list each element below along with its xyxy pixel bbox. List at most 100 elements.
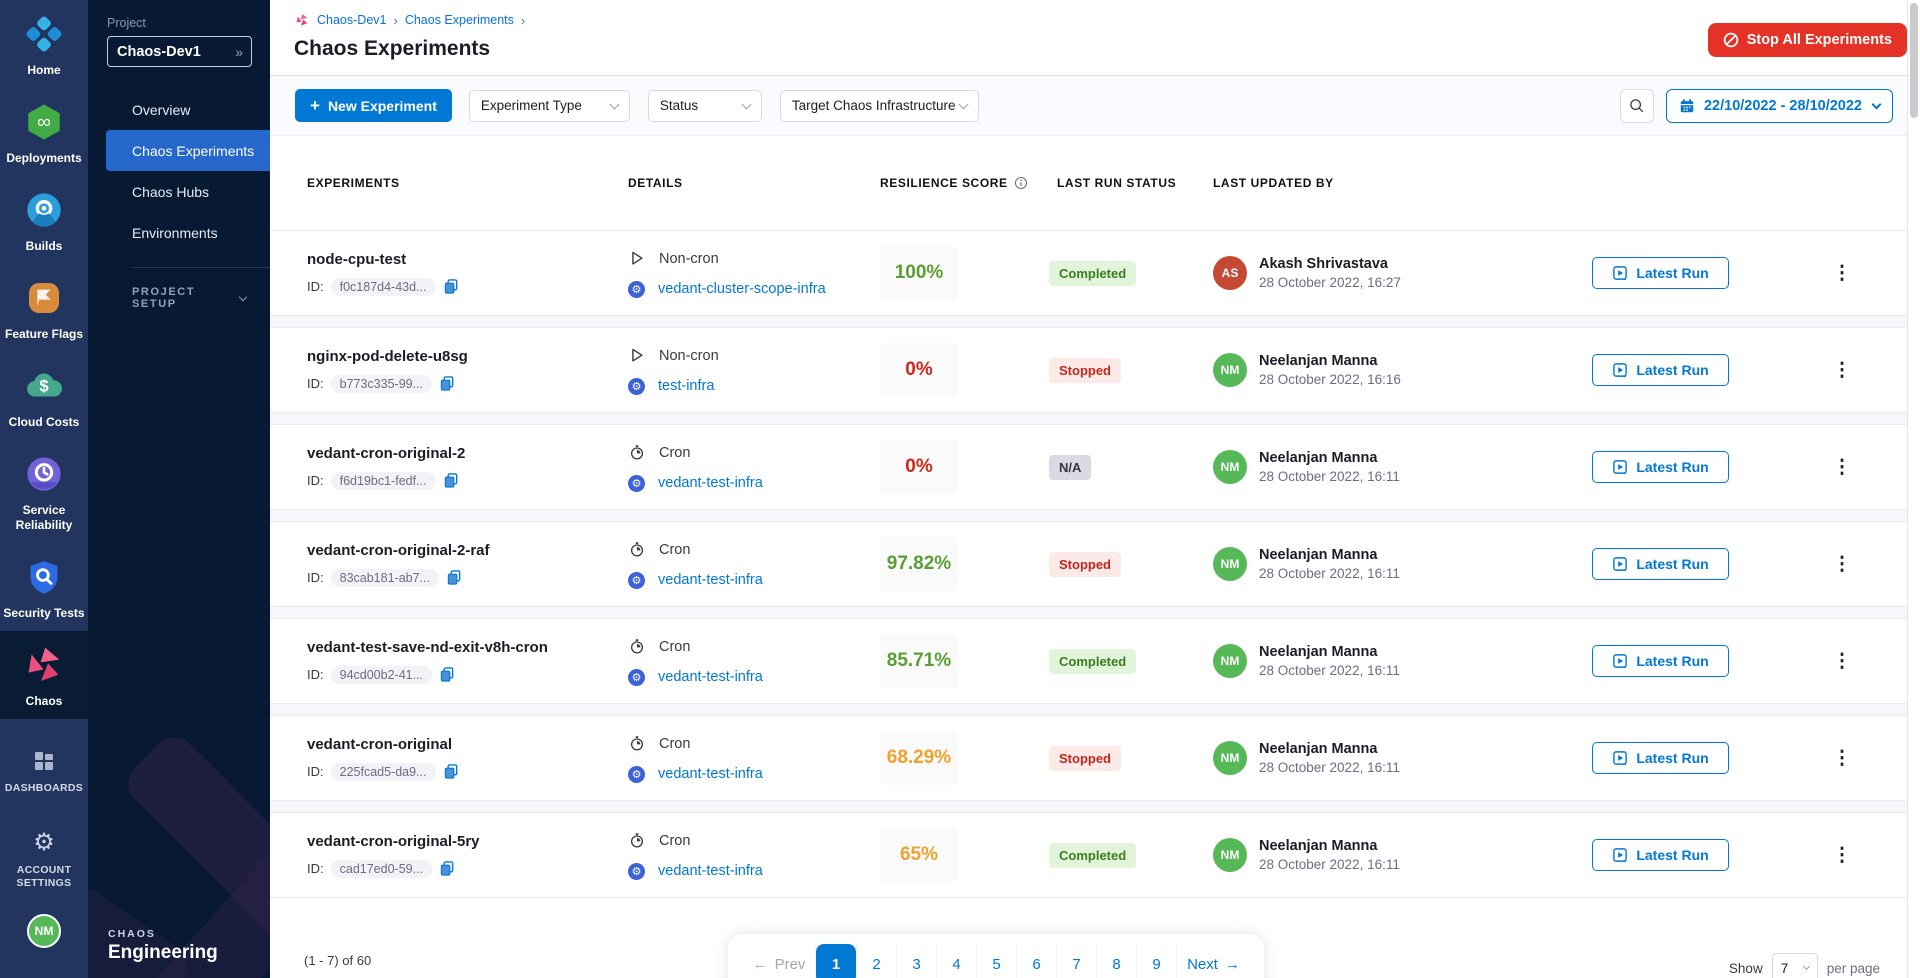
rail-item-builds[interactable]: Builds [0,176,88,264]
copy-icon[interactable] [446,569,462,586]
copy-icon[interactable] [443,763,459,780]
rail-item-home[interactable]: Home [0,0,88,88]
id-label: ID: [307,764,324,779]
rail-item-service-reliability[interactable]: Service Reliability [0,440,88,543]
infrastructure-link[interactable]: vedant-test-infra [658,766,763,782]
row-menu-button[interactable]: ⋮ [1833,846,1852,865]
prohibited-icon [1723,32,1739,48]
experiment-name[interactable]: vedant-test-save-nd-exit-v8h-cron [307,639,628,656]
latest-run-button[interactable]: Latest Run [1592,839,1729,871]
nav-item-environments[interactable]: Environments [88,212,270,253]
expand-panel-icon[interactable]: » [235,44,242,60]
experiment-name[interactable]: vedant-cron-original-2-raf [307,542,628,559]
page-button-4[interactable]: 4 [936,944,976,978]
info-icon[interactable] [1014,176,1028,190]
copy-icon[interactable] [443,278,459,295]
experiment-name[interactable]: vedant-cron-original [307,736,628,753]
prev-page-button[interactable]: ←Prev [742,944,816,978]
project-setup-toggle[interactable]: PROJECT SETUP [88,286,270,310]
latest-run-button[interactable]: Latest Run [1592,451,1729,483]
page-button-5[interactable]: 5 [976,944,1016,978]
date-range-picker[interactable]: 22/10/2022 - 28/10/2022 [1666,89,1893,123]
user-avatar[interactable]: NM [27,914,61,948]
target-infrastructure-filter[interactable]: Target Chaos Infrastructure [780,90,979,122]
infrastructure-link[interactable]: vedant-test-infra [658,572,763,588]
row-menu-button[interactable]: ⋮ [1833,361,1852,380]
updated-timestamp: 28 October 2022, 16:16 [1259,372,1401,387]
breadcrumb-experiments-link[interactable]: Chaos Experiments [405,13,514,27]
copy-icon[interactable] [439,666,455,683]
page-button-1[interactable]: 1 [816,944,856,978]
page-button-8[interactable]: 8 [1096,944,1136,978]
latest-run-button[interactable]: Latest Run [1592,257,1729,289]
vertical-scrollbar[interactable] [1907,0,1920,978]
next-page-button[interactable]: Next→ [1176,944,1250,978]
status-filter[interactable]: Status [648,90,762,122]
experiment-name[interactable]: nginx-pod-delete-u8sg [307,348,628,365]
table-row: vedant-cron-original ID: 225fcad5-da9...… [270,715,1920,801]
page-button-7[interactable]: 7 [1056,944,1096,978]
page-button-9[interactable]: 9 [1136,944,1176,978]
status-badge: Completed [1049,649,1136,674]
rail-item-feature-flags[interactable]: Feature Flags [0,264,88,352]
scrollbar-thumb[interactable] [1910,3,1918,118]
infrastructure-icon [628,281,645,298]
infrastructure-link[interactable]: vedant-test-infra [658,669,763,685]
latest-run-button[interactable]: Latest Run [1592,354,1729,386]
page-button-6[interactable]: 6 [1016,944,1056,978]
deployments-icon: ∞ [21,99,67,145]
filter-toolbar: + New Experiment Experiment Type Status … [270,76,1920,136]
rail-item-security-tests[interactable]: Security Tests [0,543,88,631]
copy-icon[interactable] [439,860,455,877]
copy-icon[interactable] [439,375,455,392]
nav-item-chaos-hubs[interactable]: Chaos Hubs [88,171,270,212]
page-button-3[interactable]: 3 [896,944,936,978]
infrastructure-link[interactable]: vedant-cluster-scope-infra [658,281,826,297]
chaos-breadcrumb-icon [294,12,310,28]
copy-icon[interactable] [443,472,459,489]
row-menu-button[interactable]: ⋮ [1833,555,1852,574]
experiment-name[interactable]: vedant-cron-original-2 [307,445,628,462]
resilience-score: 100% [880,246,958,300]
new-experiment-button[interactable]: + New Experiment [295,89,452,122]
latest-run-button[interactable]: Latest Run [1592,645,1729,677]
infrastructure-link[interactable]: test-infra [658,378,714,394]
experiment-name[interactable]: vedant-cron-original-5ry [307,833,628,850]
schedule-type: Cron [659,736,690,752]
infrastructure-link[interactable]: vedant-test-infra [658,475,763,491]
rail-item-deployments[interactable]: ∞ Deployments [0,88,88,176]
rail-item-dashboards[interactable]: DASHBOARDS [0,735,88,805]
experiment-name[interactable]: node-cpu-test [307,251,628,268]
row-menu-button[interactable]: ⋮ [1833,749,1852,768]
run-icon [1612,847,1628,863]
rail-item-chaos[interactable]: Chaos [0,631,88,719]
service-reliability-icon [21,451,67,497]
breadcrumb-project-link[interactable]: Chaos-Dev1 [317,13,386,27]
page-button-2[interactable]: 2 [856,944,896,978]
row-menu-button[interactable]: ⋮ [1833,652,1852,671]
plus-icon: + [310,96,320,116]
experiment-id: f0c187d4-43d... [331,278,436,296]
experiment-id: 83cab181-ab7... [331,569,439,587]
latest-run-button[interactable]: Latest Run [1592,742,1729,774]
row-menu-button[interactable]: ⋮ [1833,458,1852,477]
infrastructure-link[interactable]: vedant-test-infra [658,863,763,879]
search-button[interactable] [1620,89,1654,123]
chevron-down-icon [609,99,619,109]
rail-item-account-settings[interactable]: ⚙ ACCOUNT SETTINGS [0,817,88,900]
page-size-select[interactable]: 7 [1772,953,1818,978]
nav-item-overview[interactable]: Overview [88,89,270,130]
status-badge: Stopped [1049,552,1121,577]
rail-item-cloud-costs[interactable]: $ Cloud Costs [0,352,88,440]
row-menu-button[interactable]: ⋮ [1833,264,1852,283]
project-selector[interactable]: Chaos-Dev1 » [107,36,252,67]
chevron-down-icon [958,99,968,109]
latest-run-button[interactable]: Latest Run [1592,548,1729,580]
show-label: Show [1729,961,1763,976]
stop-all-experiments-button[interactable]: Stop All Experiments [1708,23,1907,57]
user-name: Neelanjan Manna [1259,644,1400,660]
avatar: NM [1213,741,1247,775]
schedule-type: Cron [659,445,690,461]
experiment-type-filter[interactable]: Experiment Type [469,90,630,122]
nav-item-chaos-experiments[interactable]: Chaos Experiments [106,130,270,171]
